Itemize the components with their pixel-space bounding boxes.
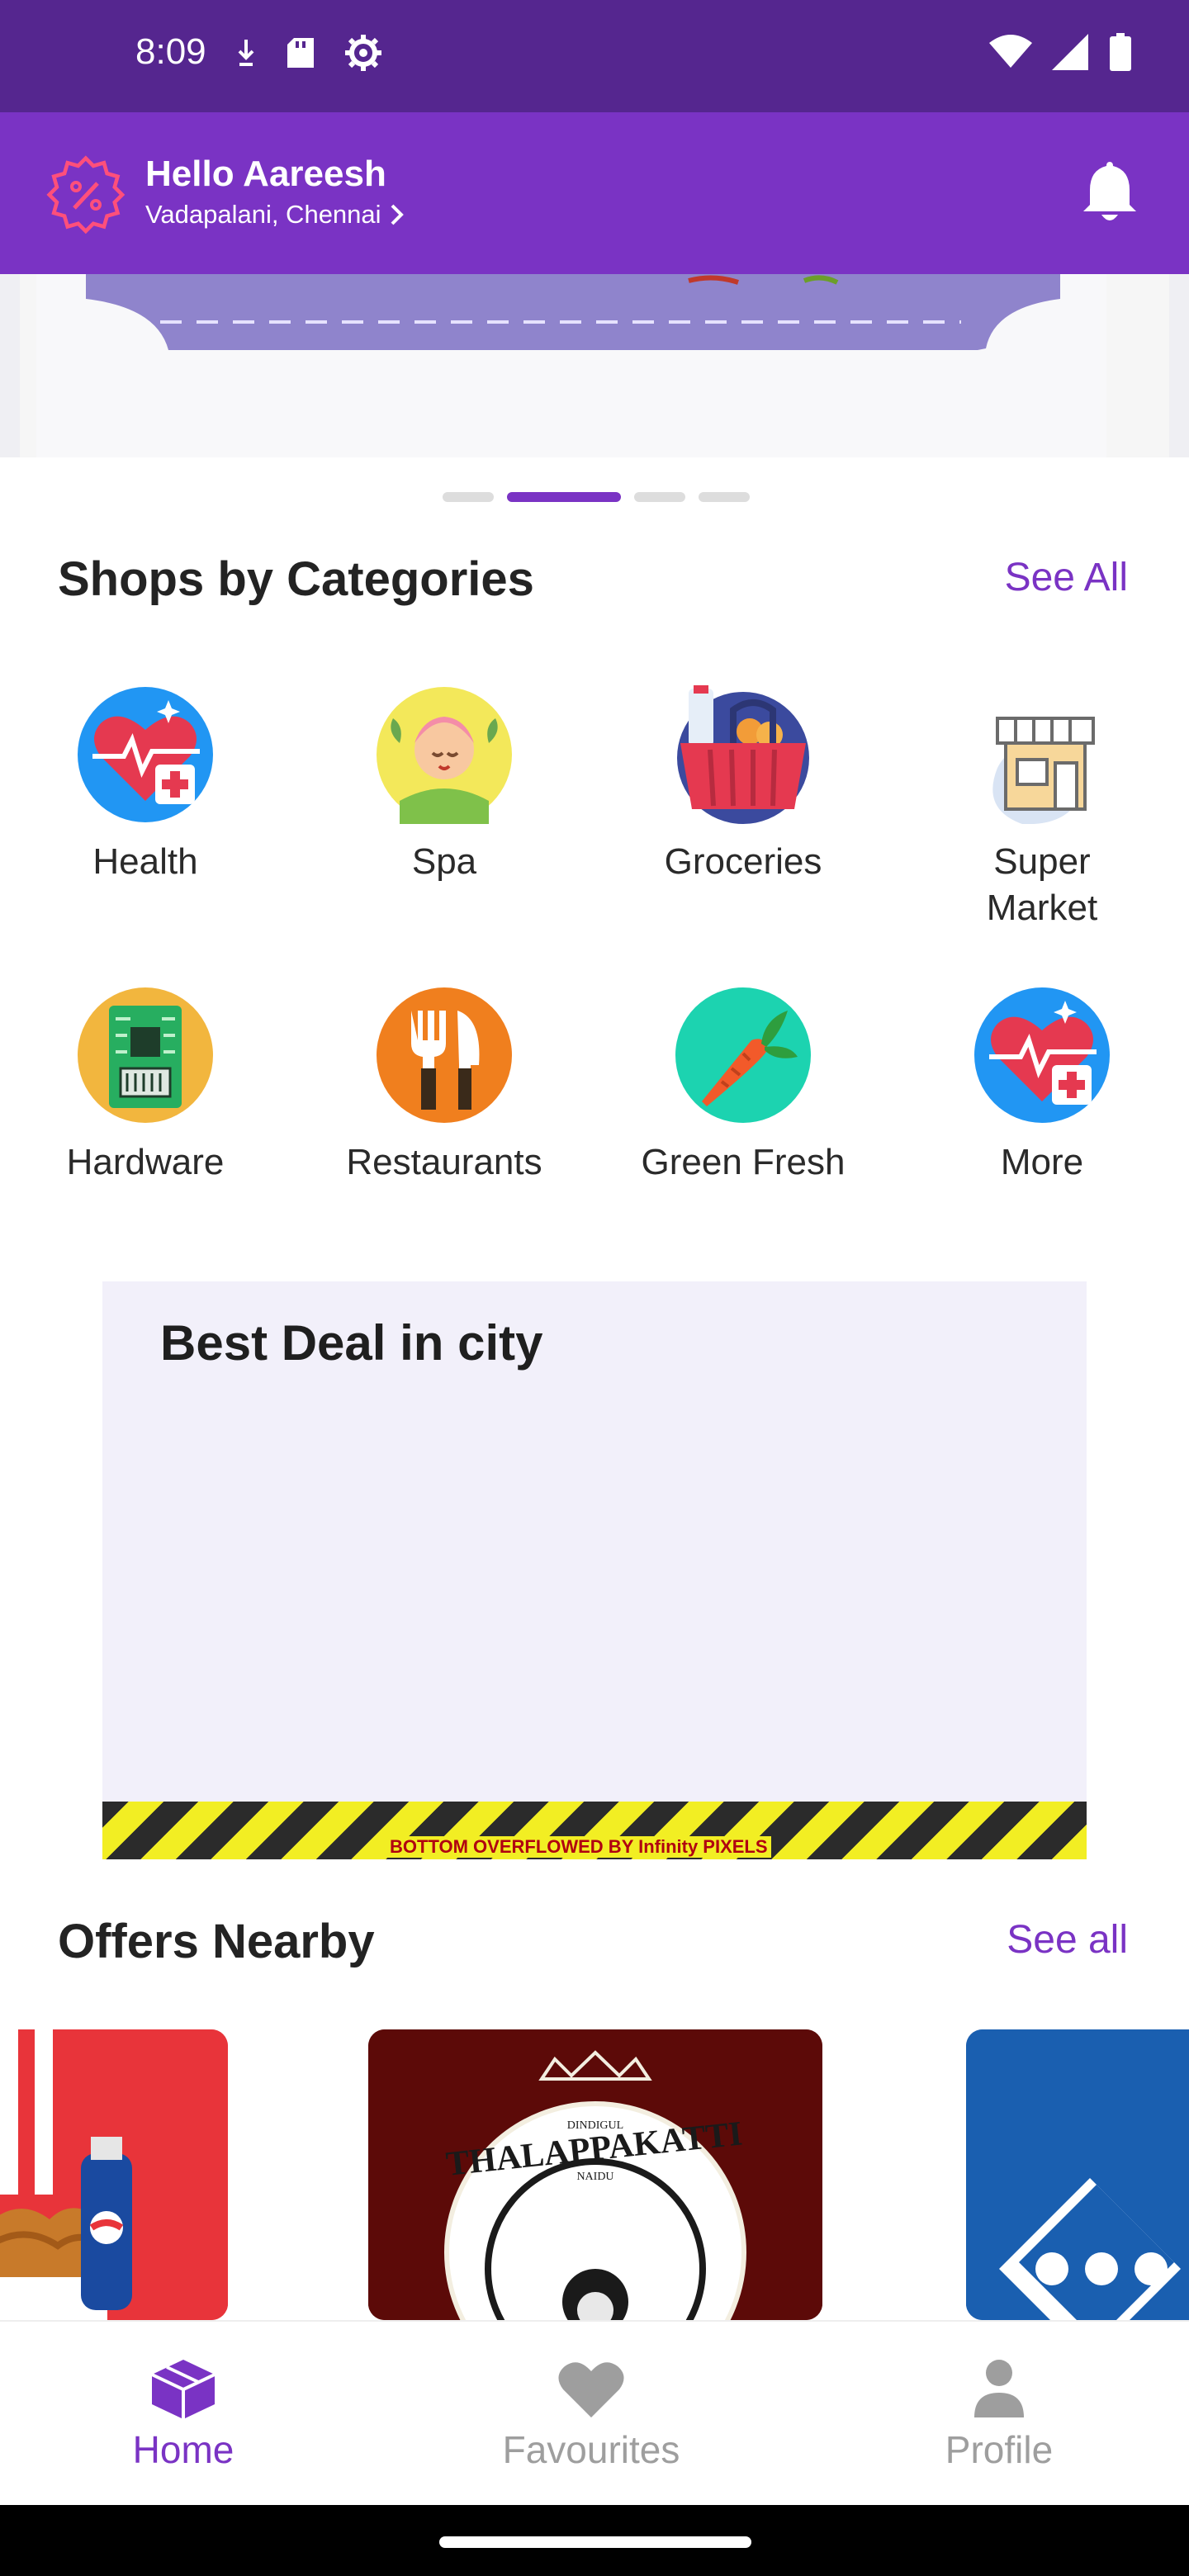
- wifi-icon: [989, 35, 1032, 68]
- dominos-logo-image: [966, 2029, 1189, 2320]
- category-label: Hardware: [66, 1142, 225, 1182]
- thalappakatti-offer-card[interactable]: DINDIGUL THALAPPAKATTI NAIDU: [368, 2029, 822, 2320]
- category-label: Spa: [411, 841, 477, 882]
- fork-knife-icon: [377, 987, 512, 1123]
- logo-text-naidu: NAIDU: [576, 2171, 613, 2183]
- heart-icon: [558, 2362, 624, 2417]
- heart-health-icon: [78, 687, 213, 822]
- chevron-right-icon: [391, 204, 404, 225]
- category-health[interactable]: Health: [0, 685, 294, 885]
- offer-badge-icon[interactable]: [46, 155, 126, 234]
- status-icons-left: [234, 33, 383, 73]
- carrot-icon: [675, 987, 811, 1123]
- offers-carousel[interactable]: DINDIGUL THALAPPAKATTI NAIDU: [0, 2029, 1189, 2320]
- download-icon: [238, 40, 254, 66]
- kfc-offer-card[interactable]: [0, 2029, 228, 2320]
- circuit-board-icon: [78, 987, 213, 1123]
- category-label: Health: [92, 841, 198, 882]
- category-label: Super Market: [986, 841, 1098, 928]
- nav-label-favourites: Favourites: [502, 2428, 680, 2471]
- system-gesture-bar: [0, 2505, 1189, 2576]
- offers-see-all-link[interactable]: See all: [1007, 1917, 1128, 1963]
- best-deal-card[interactable]: Best Deal in city BOTTOM OVERFLOWED BY I…: [102, 1281, 1087, 1859]
- category-restaurants[interactable]: Restaurants: [296, 986, 593, 1186]
- category-label: Restaurants: [346, 1142, 542, 1182]
- location-text: Vadapalani, Chennai: [145, 200, 381, 229]
- carousel-dot: [634, 492, 685, 502]
- banner-next-peek: [1169, 274, 1189, 457]
- category-label: More: [1000, 1142, 1084, 1182]
- nav-label-home: Home: [132, 2428, 234, 2471]
- best-deal-title: Best Deal in city: [160, 1315, 543, 1371]
- bottom-navigation: Home Favourites Profile: [0, 2320, 1189, 2505]
- category-label: Groceries: [664, 841, 822, 882]
- categories-see-all-link[interactable]: See All: [1005, 555, 1128, 600]
- fried-chicken-bucket-image: [0, 2029, 228, 2320]
- banner-image: [86, 274, 1060, 350]
- category-label: Green Fresh: [641, 1142, 846, 1182]
- category-green-fresh[interactable]: Green Fresh: [594, 986, 892, 1186]
- overflow-warning-text: BOTTOM OVERFLOWED BY Infinity PIXELS: [386, 1836, 771, 1858]
- category-groceries[interactable]: Groceries: [594, 685, 892, 885]
- person-icon: [974, 2360, 1024, 2417]
- location-selector[interactable]: Vadapalani, Chennai: [145, 200, 405, 230]
- category-hardware[interactable]: Hardware: [0, 986, 294, 1186]
- nav-home[interactable]: Home: [59, 2358, 307, 2472]
- nav-favourites[interactable]: Favourites: [467, 2358, 715, 2472]
- banner-carousel[interactable]: [0, 274, 1189, 457]
- settings-gear-icon: [345, 35, 381, 71]
- app-header: Hello Aareesh Vadapalani, Chennai: [0, 112, 1189, 274]
- greeting-text: Hello Aareesh: [145, 154, 386, 194]
- battery-icon: [1110, 33, 1131, 71]
- carousel-dot-active: [507, 492, 621, 502]
- category-super-market[interactable]: Super Market: [893, 685, 1189, 931]
- spa-icon: [377, 687, 512, 824]
- heart-health-icon: [974, 987, 1110, 1123]
- carousel-dot: [699, 492, 750, 502]
- bell-icon[interactable]: [1078, 159, 1141, 225]
- nav-profile[interactable]: Profile: [875, 2358, 1123, 2472]
- signal-icon: [1052, 34, 1088, 70]
- home-box-icon: [151, 2360, 216, 2419]
- status-time: 8:09: [135, 31, 206, 72]
- sd-card-icon: [287, 38, 314, 68]
- banner-prev-peek: [0, 274, 20, 457]
- nav-label-profile: Profile: [945, 2428, 1054, 2471]
- status-bar: 8:09: [0, 0, 1189, 112]
- category-more[interactable]: More: [893, 986, 1189, 1186]
- dominos-offer-card[interactable]: [966, 2029, 1189, 2320]
- grocery-basket-icon: [677, 685, 809, 824]
- banner-card[interactable]: [36, 274, 1106, 457]
- gesture-handle[interactable]: [439, 2536, 751, 2548]
- supermarket-store-icon: [992, 717, 1095, 824]
- carousel-indicator: [0, 492, 1189, 502]
- offers-title: Offers Nearby: [58, 1915, 375, 1968]
- status-icons-right: [989, 33, 1131, 71]
- category-spa[interactable]: Spa: [296, 685, 593, 885]
- thalappakatti-logo-image: DINDIGUL THALAPPAKATTI NAIDU: [368, 2029, 822, 2320]
- categories-title: Shops by Categories: [58, 552, 534, 606]
- carousel-dot: [443, 492, 494, 502]
